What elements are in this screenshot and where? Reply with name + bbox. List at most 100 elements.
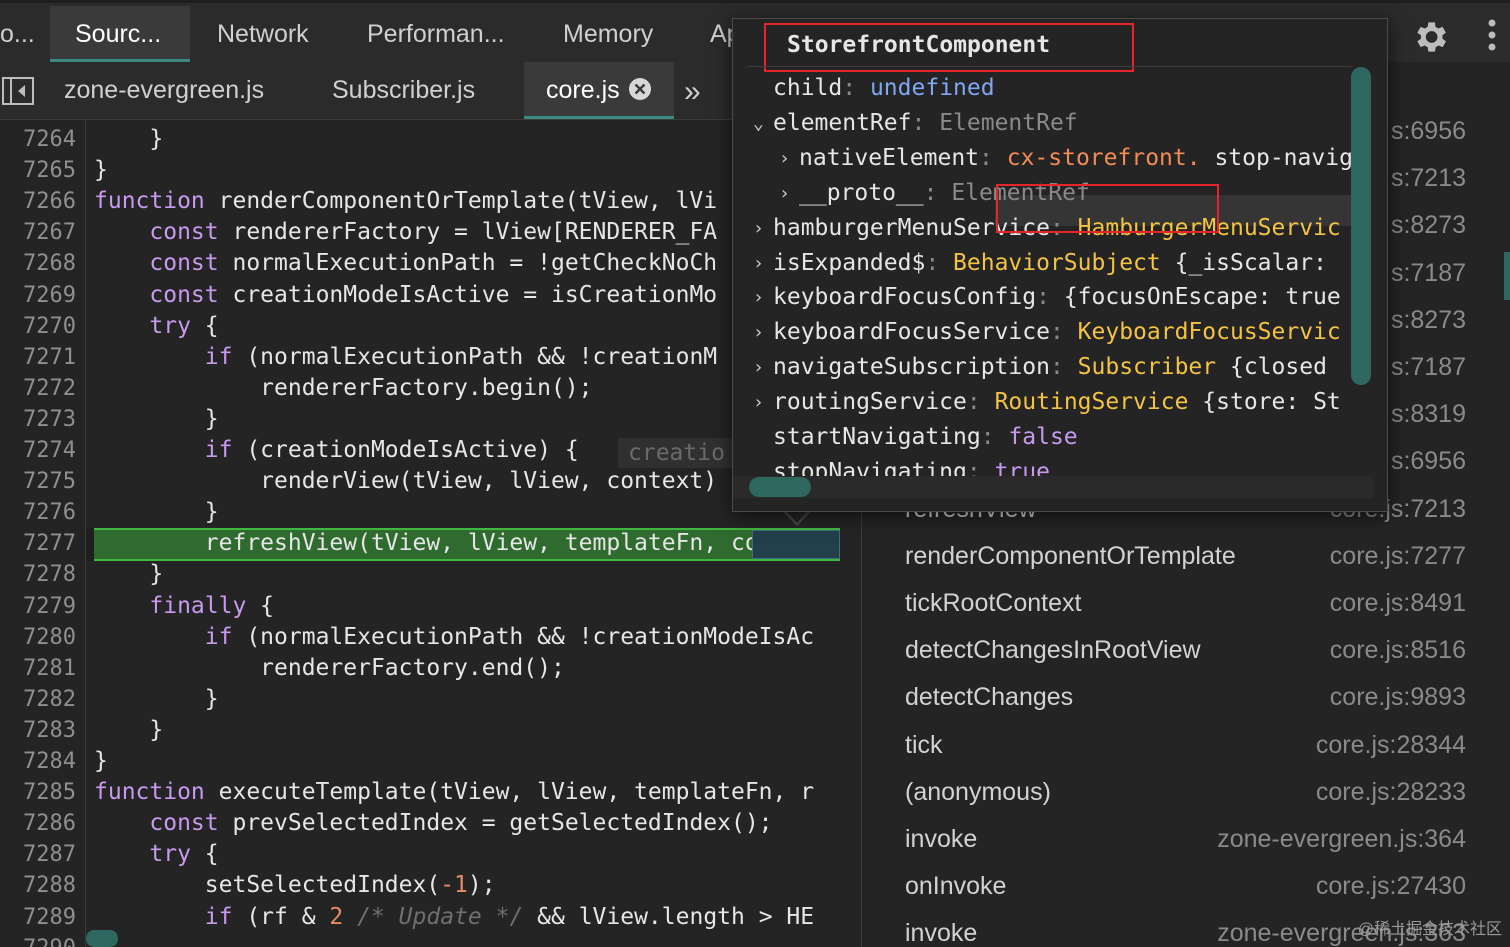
property-row[interactable]: child: undefined (773, 71, 995, 106)
chevron-right-icon[interactable]: › (753, 350, 771, 385)
breakpoint-marker[interactable] (86, 528, 94, 561)
tab-sources[interactable]: Sourc... (50, 6, 190, 62)
call-frame-location[interactable]: s:7187 (1391, 250, 1466, 297)
call-frame[interactable]: tickRootContext core.js:8491 (863, 580, 1510, 627)
call-frame[interactable]: invoke zone-evergreen.js:364 (863, 816, 1510, 863)
property-row[interactable]: › navigateSubscription: Subscriber {close… (753, 350, 1327, 385)
tab-performance[interactable]: Performan... (367, 6, 505, 62)
line-number[interactable]: 7287 (8, 839, 76, 870)
line-number[interactable]: 7276 (8, 497, 76, 528)
chevron-right-icon[interactable]: › (753, 315, 771, 350)
call-frame-function: detectChangesInRootView (905, 636, 1201, 665)
call-frame-location[interactable]: s:8273 (1391, 202, 1466, 249)
line-number[interactable]: 7269 (8, 280, 76, 311)
call-frame-location[interactable]: core.js:8491 (1330, 580, 1466, 627)
popover-vertical-scrollbar[interactable] (1351, 67, 1371, 385)
popover-horizontal-scrollbar[interactable] (749, 477, 811, 497)
property-key: __proto__ (799, 179, 924, 206)
call-frame[interactable]: detectChangesInRootView core.js:8516 (863, 627, 1510, 674)
code-text: function renderComponentOrTemplate(tView… (94, 188, 718, 215)
call-frame[interactable]: detectChanges core.js:9893 (863, 674, 1510, 721)
call-frame[interactable]: tick core.js:28344 (863, 722, 1510, 769)
property-separator: : (980, 424, 1009, 450)
close-icon[interactable] (628, 77, 652, 101)
line-number[interactable]: 7264 (8, 124, 76, 155)
call-frame-location[interactable]: core.js:7277 (1330, 533, 1466, 580)
tab-overflow[interactable]: o... (0, 6, 35, 62)
chevron-right-icon[interactable]: › (753, 211, 771, 246)
line-number[interactable]: 7266 (8, 186, 76, 217)
property-tree: child: undefined ⌄ elementRef: ElementRef ›… (733, 71, 1351, 476)
gear-icon[interactable] (1410, 17, 1450, 57)
call-frame[interactable]: (anonymous) core.js:28233 (863, 769, 1510, 816)
call-frame-location[interactable]: s:8273 (1391, 297, 1466, 344)
editor-horizontal-scrollbar[interactable] (86, 930, 118, 947)
call-frame[interactable]: renderComponentOrTemplate core.js:7277 (863, 533, 1510, 580)
property-row[interactable]: › keyboardFocusConfig: {focusOnEscape: tr… (753, 280, 1341, 315)
chevron-right-icon[interactable]: › (753, 246, 771, 281)
call-frame[interactable]: onInvoke core.js:27430 (863, 863, 1510, 910)
property-row[interactable]: startNavigating: false (773, 420, 1078, 455)
property-row[interactable]: › nativeElement: cx-storefront. stop-navi… (779, 141, 1351, 176)
code-text: finally { (149, 592, 275, 619)
call-frame-location[interactable]: core.js:28344 (1316, 722, 1466, 769)
chevron-down-icon[interactable]: ⌄ (753, 106, 771, 141)
call-frame-location[interactable]: s:6956 (1391, 438, 1466, 485)
code-text: const rendererFactory = lView[RENDERER_F… (149, 219, 718, 246)
line-number[interactable]: 7286 (8, 808, 76, 839)
line-number[interactable]: 7272 (8, 373, 76, 404)
call-frame-location[interactable]: s:8319 (1391, 391, 1466, 438)
code-text: if (normalExecutionPath && !creationM (204, 343, 718, 370)
property-row[interactable]: › routingService: RoutingService {store: … (753, 385, 1341, 420)
line-number[interactable]: 7271 (8, 342, 76, 373)
file-tab-core[interactable]: core.js (524, 62, 674, 119)
line-number[interactable]: 7275 (8, 466, 76, 497)
call-frame-location[interactable]: core.js:8516 (1330, 627, 1466, 674)
chevron-right-icon[interactable]: › (779, 176, 797, 211)
line-number[interactable]: 7288 (8, 870, 76, 901)
code-text: if (creationModeIsActive) { (204, 437, 579, 463)
call-frame-location[interactable]: zone-evergreen.js:364 (1217, 816, 1466, 863)
line-number[interactable]: 7270 (8, 311, 76, 342)
file-tab-subscriber[interactable]: Subscriber.js (332, 62, 475, 119)
property-row[interactable]: › keyboardFocusService: KeyboardFocusServ… (753, 315, 1341, 350)
property-value-preview: stop-navig (1200, 144, 1351, 171)
tab-memory[interactable]: Memory (563, 6, 653, 62)
call-frame-location[interactable]: s:7213 (1391, 155, 1466, 202)
line-number[interactable]: 7281 (8, 653, 76, 684)
line-number[interactable]: 7280 (8, 622, 76, 653)
chevron-right-icon[interactable]: › (753, 385, 771, 420)
property-row[interactable]: stopNavigating: true (773, 455, 1050, 476)
line-number[interactable]: 7274 (8, 435, 76, 466)
sidebar-toggle-icon[interactable] (2, 77, 34, 105)
call-frame-location[interactable]: s:7187 (1391, 344, 1466, 391)
tab-network[interactable]: Network (217, 6, 309, 62)
call-frame-location[interactable]: s:6956 (1391, 108, 1466, 155)
chevron-right-icon[interactable]: › (779, 141, 797, 176)
line-number[interactable]: 7284 (8, 746, 76, 777)
object-preview-popover: StorefrontComponent child: undefined ⌄ ele… (732, 18, 1388, 512)
line-number[interactable]: 7290 (8, 933, 76, 947)
call-frame-location[interactable]: core.js:27430 (1316, 863, 1466, 910)
chevron-double-right-icon[interactable]: » (684, 75, 701, 109)
chevron-right-icon[interactable]: › (753, 280, 771, 315)
line-number[interactable]: 7289 (8, 902, 76, 933)
line-number[interactable]: 7265 (8, 155, 76, 186)
line-number[interactable]: 7279 (8, 591, 76, 622)
call-stack-scrollbar[interactable] (1504, 252, 1510, 300)
line-number[interactable]: 7277 (8, 528, 76, 559)
line-number[interactable]: 7273 (8, 404, 76, 435)
line-number[interactable]: 7268 (8, 248, 76, 279)
line-number[interactable]: 7285 (8, 777, 76, 808)
line-number[interactable]: 7283 (8, 715, 76, 746)
line-number[interactable]: 7267 (8, 217, 76, 248)
call-frame-location[interactable]: core.js:28233 (1316, 769, 1466, 816)
property-row[interactable]: › isExpanded$: BehaviorSubject {_isScalar… (753, 246, 1327, 281)
line-number[interactable]: 7282 (8, 684, 76, 715)
property-row[interactable]: ⌄ elementRef: ElementRef (753, 106, 1078, 141)
call-frame-location[interactable]: core.js:9893 (1330, 674, 1466, 721)
file-tab-zone-evergreen[interactable]: zone-evergreen.js (64, 62, 264, 119)
line-number[interactable]: 7278 (8, 559, 76, 590)
code-text: if (rf & 2 /* Update */ && lView.length … (204, 903, 815, 930)
more-options-icon[interactable] (1478, 15, 1506, 55)
